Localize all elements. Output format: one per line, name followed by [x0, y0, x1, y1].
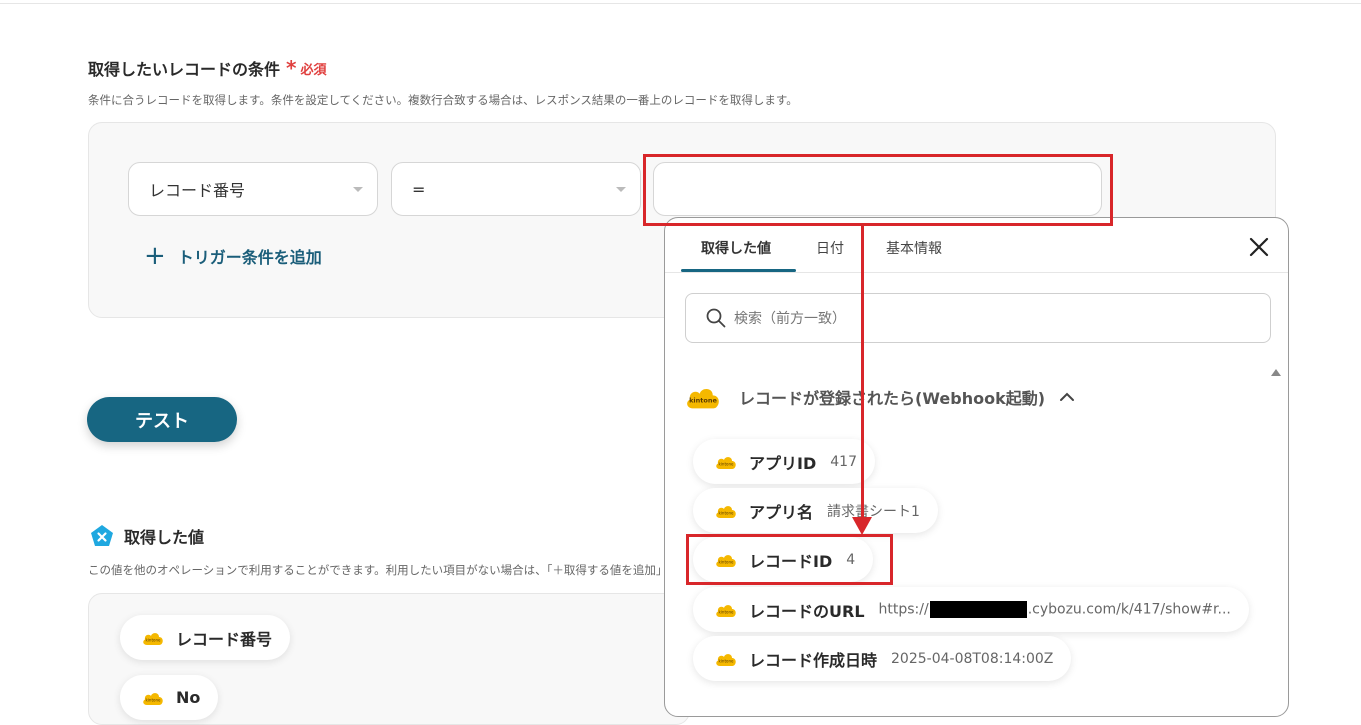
- add-trigger-label: トリガー条件を追加: [177, 248, 322, 267]
- value-item-preview: 2025-04-08T08:14:00Z: [891, 650, 1054, 667]
- search-icon: [706, 308, 726, 328]
- value-item-label: レコード作成日時: [749, 650, 878, 670]
- condition-description: 条件に合うレコードを取得します。条件を設定してください。複数行合致する場合は、レ…: [88, 93, 798, 107]
- annotation-arrowhead: [852, 517, 872, 535]
- plus-icon: +: [144, 241, 166, 271]
- value-item-record-url[interactable]: kintone レコードのURL https:// .cybozu.com/k/4…: [693, 587, 1249, 632]
- retrieved-values-title: 取得した値: [90, 524, 204, 548]
- url-prefix: https://: [878, 601, 929, 618]
- kintone-cloud-icon: kintone: [715, 602, 737, 618]
- group-title: レコードが登録されたら(Webhook起動): [739, 389, 1046, 408]
- operator-select-value: =: [412, 179, 426, 199]
- redaction-bar: [929, 601, 1027, 618]
- value-item-app-name[interactable]: kintone アプリ名 請求書シート1: [693, 488, 938, 533]
- kintone-cloud-icon: kintone: [715, 454, 737, 470]
- retrieved-item[interactable]: kintone レコード番号: [120, 615, 291, 660]
- svg-text:kintone: kintone: [146, 637, 162, 642]
- retrieved-item[interactable]: kintone No: [120, 675, 219, 720]
- value-item-label: アプリID: [749, 453, 817, 473]
- annotation-highlight-input: [643, 154, 1113, 226]
- tab-date[interactable]: 日付: [816, 238, 844, 258]
- value-item-preview: 請求書シート1: [827, 503, 920, 520]
- value-item-label: アプリ名: [749, 502, 814, 522]
- operator-select[interactable]: =: [391, 162, 641, 216]
- close-icon[interactable]: [1248, 236, 1270, 258]
- retrieved-item-label: レコード番号: [176, 629, 273, 649]
- field-select[interactable]: レコード番号: [128, 162, 378, 216]
- value-item-label: レコードのURL: [749, 601, 865, 621]
- dropdown-caret-icon: [616, 187, 626, 192]
- scroll-up-arrow-icon[interactable]: [1271, 369, 1281, 376]
- required-badge: * 必須: [286, 56, 327, 80]
- svg-text:kintone: kintone: [719, 461, 735, 466]
- required-label: 必須: [300, 62, 327, 78]
- value-item-created-at[interactable]: kintone レコード作成日時 2025-04-08T08:14:00Z: [693, 636, 1072, 681]
- url-suffix: .cybozu.com/k/417/show#r...: [1027, 601, 1231, 618]
- tab-basic-info[interactable]: 基本情報: [886, 238, 942, 258]
- condition-section-title: 取得したいレコードの条件 * 必須: [88, 56, 327, 80]
- test-button[interactable]: テスト: [87, 397, 237, 442]
- kintone-cloud-icon: kintone: [715, 651, 737, 667]
- search-placeholder: 検索（前方一致）: [734, 311, 846, 327]
- top-divider: [0, 3, 1361, 4]
- value-item-preview: https:// .cybozu.com/k/417/show#r...: [879, 601, 1231, 618]
- popup-tabs: 取得した値 日付 基本情報: [665, 218, 1288, 273]
- add-trigger-condition-button[interactable]: + トリガー条件を追加: [144, 241, 322, 271]
- popup-search-input[interactable]: 検索（前方一致）: [685, 293, 1271, 343]
- svg-text:kintone: kintone: [719, 609, 735, 614]
- kintone-cloud-icon: kintone: [715, 503, 737, 519]
- svg-text:kintone: kintone: [146, 697, 162, 702]
- value-item-app-id[interactable]: kintone アプリID 417: [693, 439, 875, 484]
- required-asterisk: *: [286, 56, 297, 80]
- annotation-highlight-record-id: [686, 534, 893, 585]
- retrieved-description: この値を他のオペレーションで利用することができます。利用したい項目がない場合は、…: [88, 563, 663, 577]
- retrieved-title-text: 取得した値: [124, 528, 205, 547]
- pentagon-x-icon: [91, 525, 113, 546]
- svg-text:kintone: kintone: [719, 658, 735, 663]
- retrieved-item-label: No: [176, 688, 201, 707]
- annotation-arrow-line: [861, 224, 864, 520]
- value-item-preview: 417: [830, 453, 857, 470]
- kintone-cloud-icon: kintone: [142, 690, 164, 706]
- trigger-group-header[interactable]: kintone レコードが登録されたら(Webhook起動): [685, 384, 1075, 410]
- kintone-cloud-icon: kintone: [142, 630, 164, 646]
- dropdown-caret-icon: [353, 187, 363, 192]
- condition-title-text: 取得したいレコードの条件: [88, 60, 281, 79]
- field-select-value: レコード番号: [149, 181, 246, 200]
- kintone-cloud-icon: kintone: [685, 384, 721, 410]
- chevron-up-icon[interactable]: [1059, 392, 1075, 402]
- svg-text:kintone: kintone: [689, 397, 717, 405]
- tab-retrieved-values[interactable]: 取得した値: [701, 238, 771, 258]
- svg-text:kintone: kintone: [719, 510, 735, 515]
- active-tab-indicator: [681, 269, 796, 272]
